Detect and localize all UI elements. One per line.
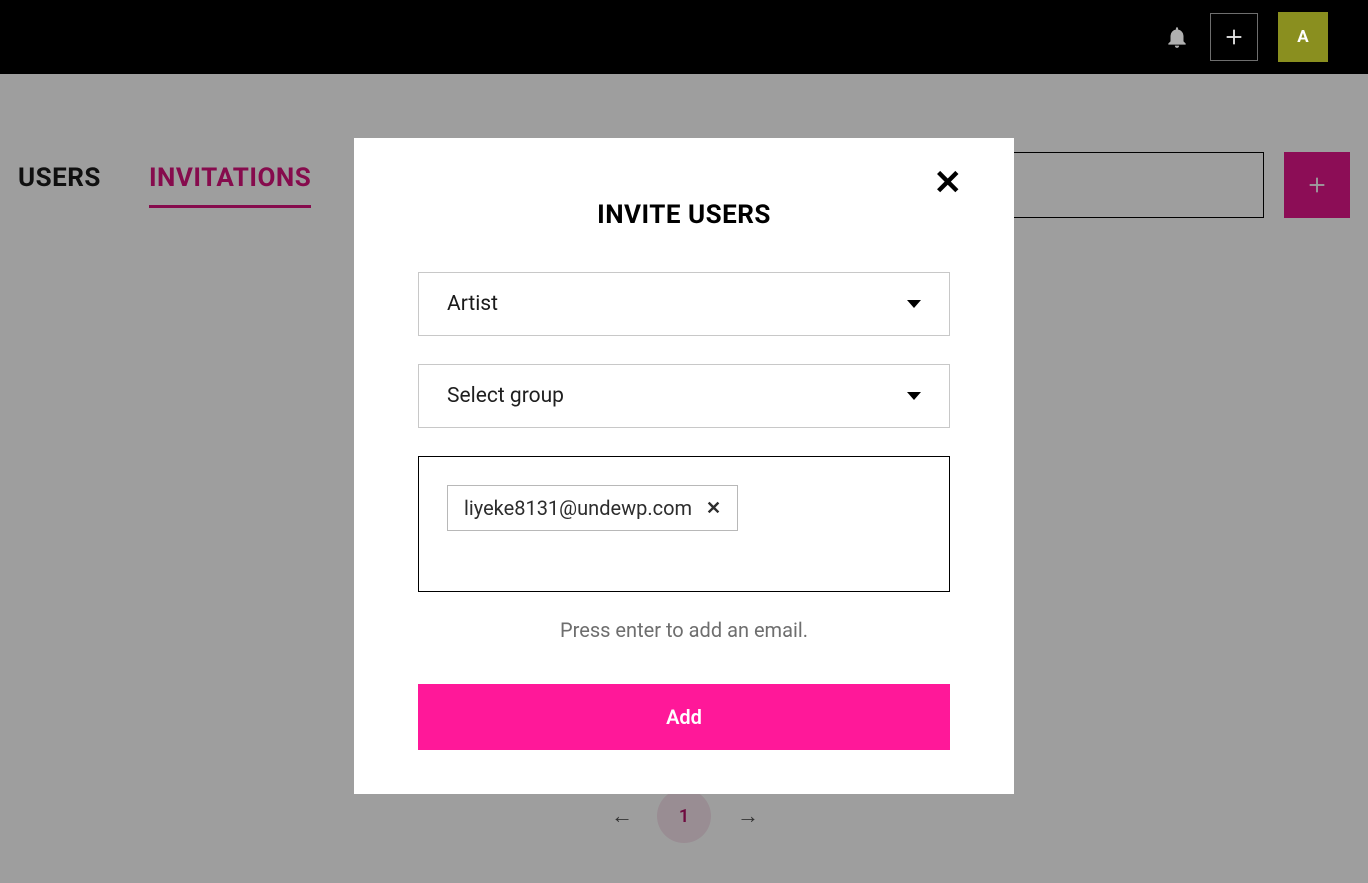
group-select[interactable]: Select group [418, 364, 950, 428]
remove-email-icon[interactable]: ✕ [706, 498, 721, 519]
header-plus-button[interactable] [1210, 13, 1258, 61]
invite-users-modal: ✕ INVITE USERS Artist Select group liyek… [354, 138, 1014, 794]
avatar[interactable]: A [1278, 12, 1328, 62]
email-input-box[interactable]: liyeke8131@undewp.com ✕ [418, 456, 950, 592]
add-button[interactable]: Add [418, 684, 950, 750]
modal-title: INVITE USERS [418, 200, 950, 230]
email-hint: Press enter to add an email. [418, 618, 950, 642]
group-select-value: Select group [447, 384, 564, 408]
close-icon[interactable]: ✕ [934, 166, 963, 200]
role-select[interactable]: Artist [418, 272, 950, 336]
avatar-initial: A [1297, 27, 1308, 47]
email-chip-label: liyeke8131@undewp.com [464, 496, 692, 520]
chevron-down-icon [907, 300, 921, 308]
bell-icon[interactable] [1164, 24, 1190, 50]
email-chip: liyeke8131@undewp.com ✕ [447, 485, 738, 531]
role-select-value: Artist [447, 292, 498, 316]
top-navbar: A [0, 0, 1368, 74]
chevron-down-icon [907, 392, 921, 400]
